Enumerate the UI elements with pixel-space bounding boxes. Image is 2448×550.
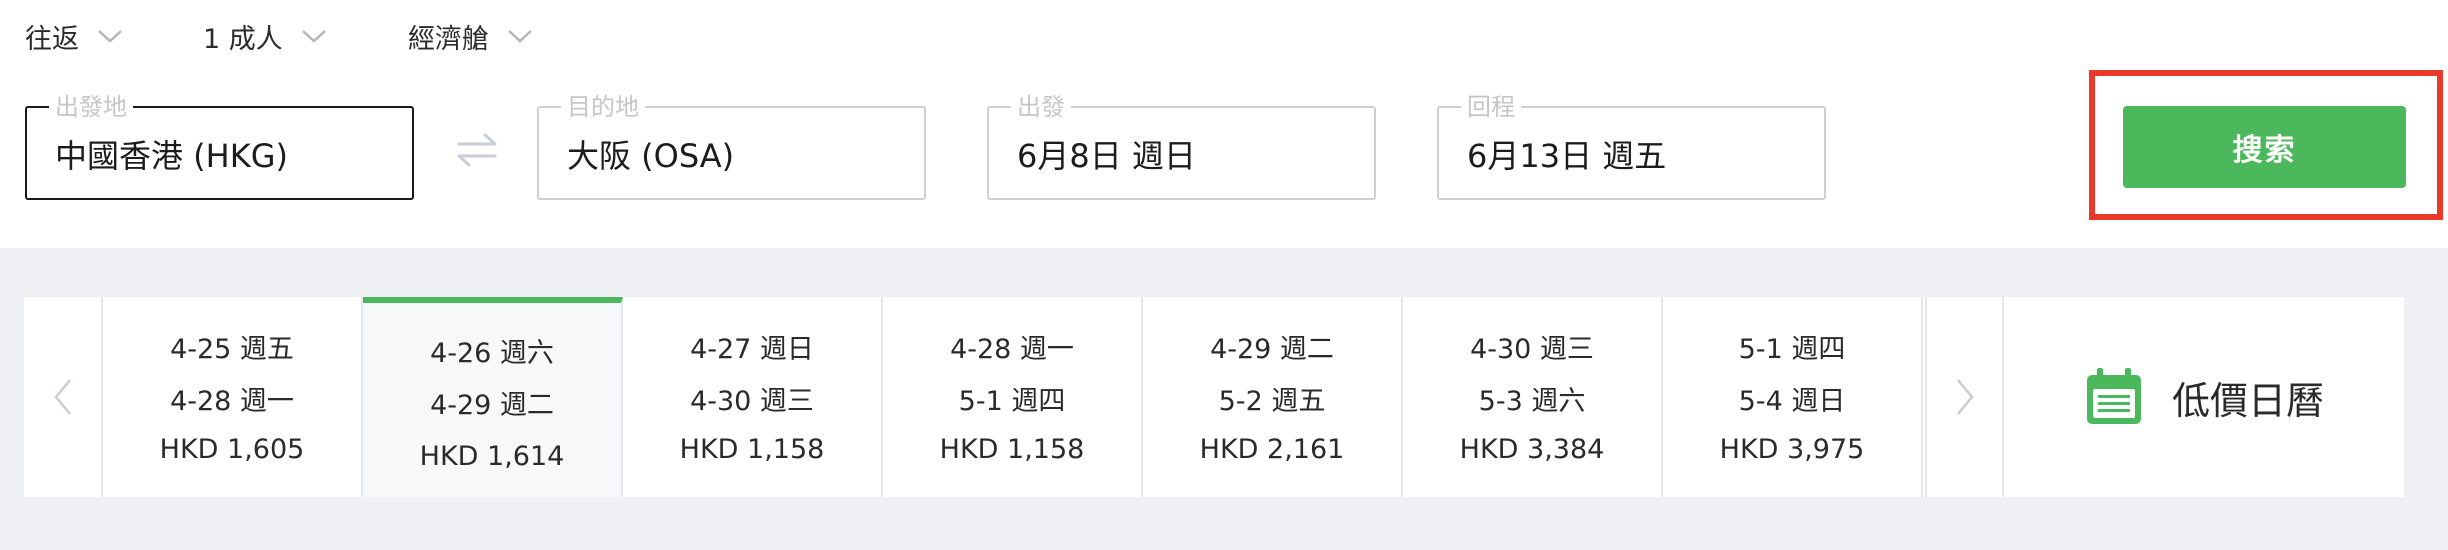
cabin-label: 經濟艙 [408, 23, 489, 55]
date-option-return: 5-4 週日 [1738, 386, 1846, 417]
date-option-7[interactable]: 5-1 週四 5-4 週日 HKD 3,975 [1663, 297, 1923, 497]
date-option-depart: 4-28 週一 [950, 334, 1074, 365]
chevron-right-icon [1956, 379, 1974, 415]
search-button[interactable]: 搜索 [2123, 106, 2406, 188]
date-option-6[interactable]: 4-30 週三 5-3 週六 HKD 3,384 [1403, 297, 1663, 497]
destination-value: 大阪 (OSA) [567, 137, 735, 175]
date-option-depart: 4-25 週五 [170, 334, 294, 365]
date-option-return: 4-30 週三 [690, 386, 814, 417]
date-option-1[interactable]: 4-25 週五 4-28 週一 HKD 1,605 [103, 297, 363, 497]
date-option-price: HKD 1,605 [159, 434, 305, 465]
chevron-down-icon [508, 30, 532, 43]
origin-value: 中國香港 (HKG) [55, 137, 288, 175]
chevron-down-icon [98, 30, 122, 43]
depart-date-field[interactable]: 出發 6月8日 週日 [987, 93, 1376, 200]
origin-field[interactable]: 出發地 中國香港 (HKG) [25, 93, 414, 200]
date-option-depart: 4-27 週日 [690, 334, 814, 365]
date-option-depart: 4-30 週三 [1470, 334, 1594, 365]
depart-value: 6月8日 週日 [1017, 137, 1196, 175]
date-option-depart: 5-1 週四 [1738, 334, 1846, 365]
date-option-price: HKD 1,158 [939, 434, 1085, 465]
return-value: 6月13日 週五 [1467, 137, 1667, 175]
cabin-dropdown[interactable]: 經濟艙 [408, 16, 533, 56]
return-date-field[interactable]: 回程 6月13日 週五 [1437, 93, 1826, 200]
date-option-4[interactable]: 4-28 週一 5-1 週四 HKD 1,158 [883, 297, 1143, 497]
destination-field[interactable]: 目的地 大阪 (OSA) [537, 93, 926, 200]
origin-label: 出發地 [49, 93, 133, 121]
destination-label: 目的地 [561, 93, 645, 121]
date-option-return: 5-3 週六 [1478, 386, 1586, 417]
depart-label: 出發 [1011, 93, 1071, 121]
low-price-calendar-button[interactable]: 低價日曆 [2004, 297, 2404, 497]
date-option-return: 4-29 週二 [430, 390, 554, 421]
chevron-left-icon [53, 379, 71, 415]
calendar-icon [2086, 368, 2141, 424]
trip-type-dropdown[interactable]: 往返 [25, 16, 123, 56]
date-option-5[interactable]: 4-29 週二 5-2 週五 HKD 2,161 [1143, 297, 1403, 497]
low-price-calendar-label: 低價日曆 [2171, 378, 2324, 423]
swap-icon[interactable] [455, 130, 499, 170]
date-option-return: 5-1 週四 [958, 386, 1066, 417]
date-option-price: HKD 3,975 [1719, 434, 1865, 465]
date-option-depart: 4-26 週六 [430, 338, 554, 369]
return-label: 回程 [1461, 93, 1521, 121]
date-option-2-selected[interactable]: 4-26 週六 4-29 週二 HKD 1,614 [363, 297, 623, 497]
trip-type-label: 往返 [25, 23, 79, 55]
date-option-price: HKD 1,158 [679, 434, 825, 465]
date-option-price: HKD 1,614 [419, 441, 565, 472]
date-option-return: 4-28 週一 [170, 386, 294, 417]
passengers-label: 1 成人 [203, 23, 283, 55]
chevron-down-icon [301, 30, 326, 43]
date-price-strip: 4-25 週五 4-28 週一 HKD 1,605 4-26 週六 4-29 週… [24, 297, 2404, 497]
prev-dates-button[interactable] [24, 297, 103, 497]
passengers-dropdown[interactable]: 1 成人 [203, 16, 327, 56]
next-dates-button[interactable] [1925, 297, 2004, 497]
date-option-depart: 4-29 週二 [1210, 334, 1334, 365]
date-option-price: HKD 2,161 [1199, 434, 1345, 465]
date-option-price: HKD 3,384 [1459, 434, 1605, 465]
search-panel: 往返 1 成人 經濟艙 出發地 中國香港 (HKG) 目的地 大阪 (OSA) … [0, 0, 2448, 248]
date-option-return: 5-2 週五 [1218, 386, 1326, 417]
date-option-3[interactable]: 4-27 週日 4-30 週三 HKD 1,158 [623, 297, 883, 497]
